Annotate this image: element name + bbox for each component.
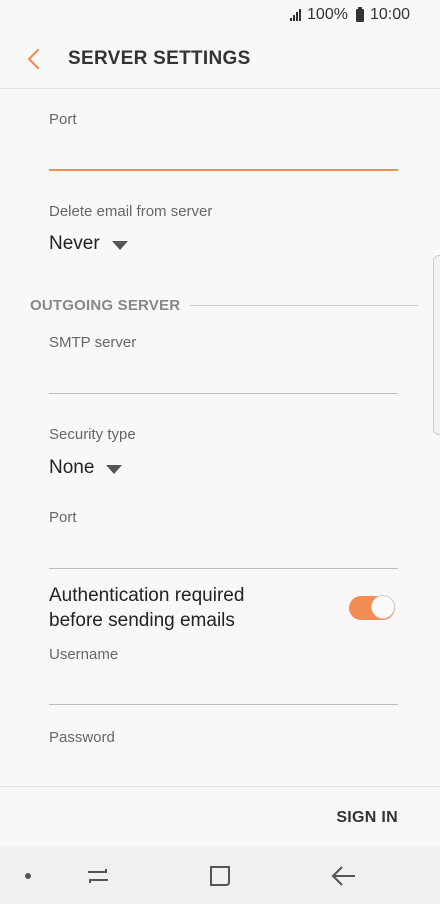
outgoing-server-section: OUTGOING SERVER (30, 297, 418, 314)
authentication-label-line1: Authentication required (49, 585, 245, 606)
status-bar: 100% 10:00 (0, 0, 440, 30)
edge-panel-handle[interactable] (433, 255, 440, 435)
outgoing-port-input[interactable] (49, 568, 398, 569)
authentication-toggle[interactable] (349, 595, 395, 620)
sign-in-button[interactable]: SIGN IN (336, 809, 398, 827)
dot-icon[interactable] (25, 873, 31, 879)
username-label: Username (49, 646, 119, 663)
security-type-value: None (49, 457, 95, 478)
section-title: OUTGOING SERVER (30, 297, 181, 314)
security-type-label: Security type (49, 426, 136, 443)
smtp-server-label: SMTP server (49, 334, 137, 351)
authentication-label-line2: before sending emails (49, 610, 235, 631)
battery-icon (355, 6, 364, 22)
dropdown-arrow-icon (106, 464, 123, 474)
dropdown-arrow-icon (111, 240, 128, 250)
delete-email-label: Delete email from server (49, 203, 213, 220)
clock: 10:00 (369, 6, 410, 23)
home-icon[interactable] (204, 860, 236, 892)
outgoing-port-label: Port (49, 509, 77, 526)
delete-email-dropdown[interactable]: Never (49, 233, 128, 255)
security-type-dropdown[interactable]: None (49, 457, 123, 479)
username-input[interactable] (49, 704, 398, 705)
delete-email-value: Never (49, 233, 100, 254)
chevron-left-icon[interactable] (24, 46, 46, 72)
incoming-port-input[interactable] (49, 169, 398, 171)
page-title: SERVER SETTINGS (68, 48, 251, 69)
recent-apps-icon[interactable] (82, 860, 114, 892)
smtp-server-input[interactable] (49, 393, 398, 394)
signal-icon (290, 9, 302, 21)
section-divider (190, 305, 418, 306)
toggle-knob (371, 595, 395, 619)
navigation-bar (0, 846, 440, 904)
footer-bar: SIGN IN (0, 786, 440, 847)
authentication-label: Authentication required before sending e… (49, 583, 309, 633)
back-arrow-icon[interactable] (328, 860, 360, 892)
battery-percent: 100% (307, 6, 348, 23)
incoming-port-label: Port (49, 111, 77, 128)
app-header: SERVER SETTINGS (0, 30, 440, 89)
password-label: Password (49, 729, 115, 746)
